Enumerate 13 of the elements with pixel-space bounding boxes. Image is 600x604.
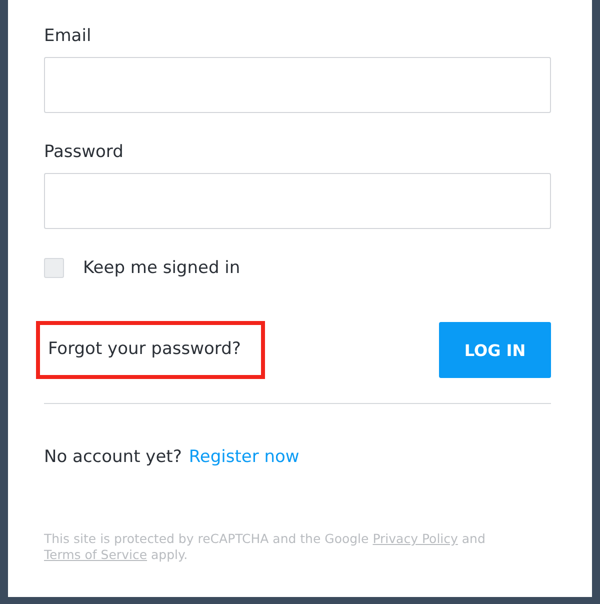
- register-link[interactable]: Register now: [188, 447, 300, 467]
- forgot-password-link[interactable]: Forgot your password?: [36, 321, 265, 379]
- recaptcha-notice: This site is protected by reCAPTCHA and the Google Privacy Policy and Terms of Service apply.: [44, 531, 486, 563]
- password-label: Password: [44, 142, 124, 162]
- keep-signed-in-checkbox[interactable]: [44, 258, 64, 278]
- email-field[interactable]: [44, 57, 551, 113]
- login-button[interactable]: LOG IN: [439, 322, 551, 378]
- privacy-policy-link[interactable]: Privacy Policy: [372, 531, 458, 546]
- terms-link[interactable]: Terms of Service: [44, 547, 148, 562]
- no-account-text: No account yet?: [44, 447, 182, 467]
- email-label: Email: [44, 26, 92, 46]
- password-field[interactable]: [44, 173, 551, 229]
- keep-signed-in-label: Keep me signed in: [83, 258, 240, 278]
